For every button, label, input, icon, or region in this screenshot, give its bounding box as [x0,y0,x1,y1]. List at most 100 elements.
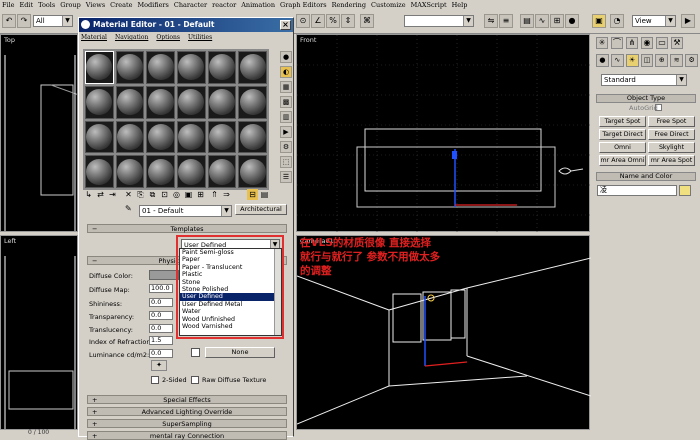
cameras-icon[interactable]: ◫ [640,54,654,67]
assign-material-icon[interactable]: ⇥ [107,189,118,200]
template-option[interactable]: Wood Varnished [180,323,281,330]
viewport-top[interactable]: Top [0,34,79,232]
utilities-tab-icon[interactable]: ⚒ [671,37,683,49]
sample-slot[interactable] [238,85,267,119]
put-to-library-icon[interactable]: ⊡ [159,189,170,200]
sample-slot[interactable] [176,120,206,154]
ior-spinner[interactable]: 1.5 [149,336,173,345]
go-to-parent-icon[interactable]: ⇑ [209,189,220,200]
sample-slot[interactable] [176,51,206,84]
background-icon[interactable]: ▦ [280,81,292,93]
sample-slot[interactable] [146,85,175,119]
sample-slot[interactable] [238,51,267,84]
helpers-icon[interactable]: ⊕ [655,54,669,67]
material-editor-titlebar[interactable]: Material Editor - 01 - Default × [79,18,293,32]
select-by-material-icon[interactable]: ⬚ [280,156,292,168]
menu-tools[interactable]: Tools [38,1,55,9]
go-forward-sibling-icon[interactable]: ⇒ [221,189,232,200]
template-option[interactable]: Stone [180,279,281,286]
spinner-snap-icon[interactable]: ⇕ [341,14,355,28]
menu-edit[interactable]: Edit [20,1,34,9]
curve-editor-icon[interactable]: ∿ [535,14,549,28]
template-option[interactable]: User Defined Metal [180,301,281,308]
viewport-left[interactable]: Left [0,235,78,430]
template-option[interactable]: Water [180,308,281,315]
free-direct-button[interactable]: Free Direct [648,129,695,140]
material-effects-channel-icon[interactable]: ◎ [171,189,182,200]
dropdown-scrollbar[interactable] [274,249,281,335]
transparency-spinner[interactable]: 0.0 [149,311,173,320]
special-effects-rollout[interactable]: + Special Effects [87,395,287,404]
sample-slot[interactable] [85,51,114,84]
sample-slot[interactable] [146,155,175,188]
template-option[interactable]: Paint Semi-gloss [180,249,281,256]
sample-slot[interactable] [85,85,114,119]
copy-material-icon[interactable]: ⎘ [135,189,146,200]
menu-maxscript[interactable]: MAXScript [411,1,447,9]
omni-button[interactable]: Omni [599,142,646,153]
material-name-field[interactable]: 01 - Default ▼ [139,205,232,217]
menu-rendering[interactable]: Rendering [332,1,366,9]
translucency-spinner[interactable]: 0.0 [149,324,173,333]
options-icon[interactable]: ⚙ [280,141,292,153]
templates-rollout[interactable]: − Templates [87,224,287,233]
hierarchy-tab-icon[interactable]: ⋔ [626,37,638,49]
sample-type-icon[interactable]: ● [280,51,292,63]
free-spot-button[interactable]: Free Spot [648,116,695,127]
backlight-icon[interactable]: ◐ [280,66,292,78]
sample-slot[interactable] [85,155,114,188]
menu-reactor[interactable]: reactor [212,1,236,9]
object-color-swatch[interactable] [679,185,691,196]
target-direct-button[interactable]: Target Direct [599,129,646,140]
material-editor-icon[interactable]: ● [565,14,579,28]
template-option[interactable]: Paper [180,256,281,263]
me-menu-material[interactable]: Material [81,34,107,44]
view-combo[interactable]: View ▼ [632,15,676,27]
menu-modifiers[interactable]: Modifiers [137,1,168,9]
close-icon[interactable]: × [280,20,291,30]
schematic-icon[interactable]: ⊞ [550,14,564,28]
diffuse-color-swatch[interactable] [149,270,179,280]
menu-file[interactable]: File [2,1,15,9]
menu-help[interactable]: Help [452,1,468,9]
sample-slot[interactable] [176,85,206,119]
menu-animation[interactable]: Animation [241,1,275,9]
menu-character[interactable]: Character [174,1,207,9]
skylight-button[interactable]: Skylight [648,142,695,153]
menu-create[interactable]: Create [110,1,132,9]
pick-material-icon[interactable]: ✎ [125,204,135,214]
preview-panel-icon[interactable]: ▤ [259,189,270,200]
sample-slot[interactable] [115,155,145,188]
raw-diffuse-checkbox[interactable] [191,376,199,384]
angle-snap-icon[interactable]: ∠ [311,14,325,28]
make-unique-icon[interactable]: ⧉ [147,189,158,200]
make-preview-icon[interactable]: ▶ [280,126,292,138]
reset-icon[interactable]: ✕ [123,189,134,200]
target-spot-button[interactable]: Target Spot [599,116,646,127]
sample-slot[interactable] [85,120,114,154]
sample-slot[interactable] [207,155,237,188]
two-sided-checkbox[interactable] [151,376,159,384]
sample-slot[interactable] [207,120,237,154]
sample-slot[interactable] [146,120,175,154]
mental-ray-rollout[interactable]: + mental ray Connection [87,431,287,440]
template-option-selected[interactable]: User Defined [180,293,281,301]
sample-slot[interactable] [115,120,145,154]
light-type-dropdown[interactable]: Standard ▼ [601,74,687,86]
object-type-rollout[interactable]: Object Type [596,94,696,103]
quick-render-icon[interactable]: ◔ [610,14,624,28]
material-type-button[interactable]: Architectural [235,204,287,215]
motion-tab-icon[interactable]: ◉ [641,37,653,49]
template-option[interactable]: Wood Unfinished [180,316,281,323]
template-option[interactable]: Stone Polished [180,286,281,293]
layer-icon[interactable]: ▤ [520,14,534,28]
get-material-icon[interactable]: ↳ [83,189,94,200]
create-tab-icon[interactable]: ✳ [596,37,608,49]
sample-slot[interactable] [115,51,145,84]
luminance-from-light-icon[interactable]: ✦ [151,360,167,371]
render-last-icon[interactable]: ▶ [681,14,695,28]
luminance-spinner[interactable]: 0.0 [149,349,173,358]
sample-slot[interactable] [176,155,206,188]
template-option[interactable]: Paper - Translucent [180,264,281,271]
named-selection-icon[interactable]: ⌘ [360,14,374,28]
